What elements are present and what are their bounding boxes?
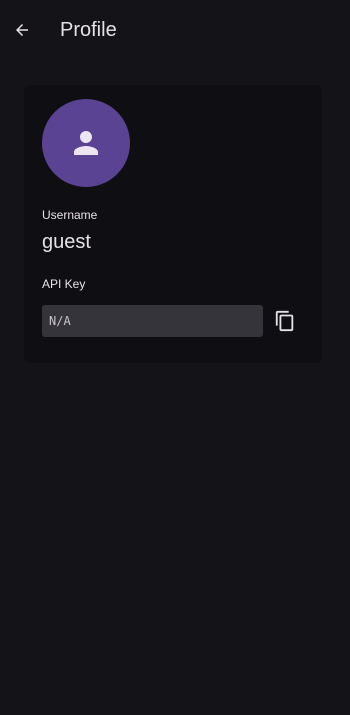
page-title: Profile [60,19,117,41]
avatar [42,99,130,187]
username-label: Username [42,208,98,222]
api-key-label: API Key [42,277,86,291]
copy-icon [275,310,294,332]
api-key-field[interactable]: N/A [42,305,263,337]
copy-api-key-button[interactable] [272,307,298,335]
profile-card: Username guest API Key N/A [24,85,322,363]
username-value: guest [42,231,91,253]
back-button[interactable] [6,14,38,46]
person-icon [74,131,98,155]
app-bar: Profile [0,0,350,60]
arrow-back-icon [16,24,28,36]
